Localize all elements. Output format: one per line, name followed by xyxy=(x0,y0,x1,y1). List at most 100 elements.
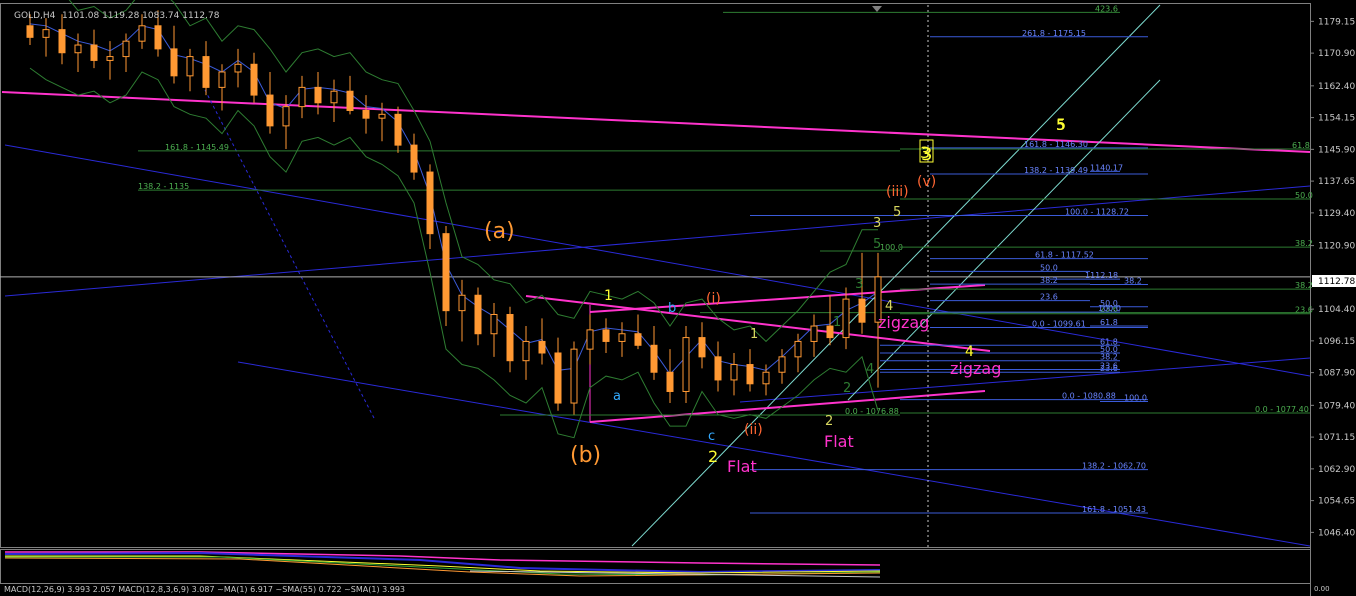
candle xyxy=(506,306,514,373)
wave-label: (a) xyxy=(484,219,515,244)
candle-body xyxy=(106,56,114,61)
fib-label-blue: 50.0 xyxy=(1040,263,1058,272)
candle xyxy=(618,322,626,357)
candle xyxy=(522,326,530,380)
candle-body xyxy=(154,25,162,50)
y-tick-label: 1079.40 xyxy=(1318,401,1355,411)
candle-body xyxy=(522,340,530,362)
y-tick-label: 1087.90 xyxy=(1318,369,1355,379)
candle xyxy=(842,287,850,350)
fib-levels: 423.6161.8 - 1145.49138.2 - 1135100.038.… xyxy=(138,4,1313,514)
candle-body xyxy=(730,364,738,381)
candle xyxy=(666,349,674,404)
wave-label: 3 xyxy=(873,216,881,231)
wave-label: 3 xyxy=(855,277,863,292)
candle xyxy=(442,225,450,327)
wave-label: 2 xyxy=(843,381,851,396)
wave-label: c xyxy=(708,429,715,444)
wave-label: 4 xyxy=(965,344,974,360)
wave-label: 5 xyxy=(873,237,881,252)
candle xyxy=(746,349,754,392)
candle xyxy=(602,318,610,353)
candle-body xyxy=(362,109,370,119)
wave-label: Flat xyxy=(727,457,757,476)
candle xyxy=(810,314,818,357)
fib-label-blue: 61.8 xyxy=(1100,318,1118,327)
y-tick-label: 1104.40 xyxy=(1318,305,1355,315)
candle-body xyxy=(330,90,338,104)
candle-body xyxy=(842,298,850,339)
blue-trendline-flat xyxy=(739,357,1311,403)
ohlc-values: 1101.08 1119.28 1083.74 1112.78 xyxy=(62,11,220,21)
candle-body xyxy=(554,352,562,404)
wave-label: 1 xyxy=(604,288,613,304)
candle xyxy=(698,322,706,369)
candle xyxy=(650,326,658,380)
candle xyxy=(394,106,402,153)
candle-body xyxy=(74,44,82,54)
candle-body xyxy=(90,44,98,61)
macd-indicator xyxy=(4,551,881,578)
fib-label-green: 50.0 xyxy=(1295,191,1313,200)
y-tick-label: 1054.65 xyxy=(1318,497,1355,507)
wave-label: 5 xyxy=(893,205,901,220)
candle-body xyxy=(170,48,178,77)
fib-label-blue: 0.0 - 1099.61 xyxy=(1032,320,1086,329)
wave-label: zigzag xyxy=(878,313,929,332)
scroll-arrow-icon[interactable] xyxy=(872,6,882,12)
wave-label: 2 xyxy=(708,447,718,466)
candle-body xyxy=(458,294,466,312)
fib-label-green: 61.8 xyxy=(1292,141,1310,150)
fib-label-green: 38.2 xyxy=(1295,239,1313,248)
candle xyxy=(58,14,66,65)
candle-body xyxy=(186,56,194,77)
wave-label: b xyxy=(668,301,676,316)
candle-body xyxy=(602,329,610,342)
y-tick-label: 1162.40 xyxy=(1318,82,1355,92)
candle-body xyxy=(570,348,578,404)
candle xyxy=(474,287,482,346)
candle-body xyxy=(682,337,690,392)
macd-line-5 xyxy=(4,557,881,577)
wave-label: Flat xyxy=(824,432,854,451)
candle xyxy=(410,133,418,180)
y-tick-label: 1062.90 xyxy=(1318,465,1355,475)
y-tick-label: 1137.65 xyxy=(1318,177,1355,187)
current-price-text: 1112.78 xyxy=(1318,277,1355,287)
fib-label-blue: 100.0 - 1128.72 xyxy=(1065,207,1129,216)
y-tick-label: 1071.15 xyxy=(1318,433,1355,443)
y-tick-label: 1129.40 xyxy=(1318,209,1355,219)
y-tick-label: 1046.40 xyxy=(1318,528,1355,538)
candle-body xyxy=(714,356,722,381)
wave-label: 4 xyxy=(885,299,893,314)
candle-body xyxy=(538,340,546,354)
candle xyxy=(490,302,498,357)
candle-body xyxy=(410,144,418,173)
candle-body xyxy=(234,63,242,73)
wave-labels: (a) (b) 1 2 3 4 5 a b c (i) (ii) (iii) (v) Flat Flat zig… xyxy=(484,115,1066,476)
candle-body xyxy=(858,298,866,323)
price-chart[interactable]: 423.6161.8 - 1145.49138.2 - 1135100.038.… xyxy=(0,0,1356,596)
candle xyxy=(730,352,738,396)
fib-label-blue: 100.0 xyxy=(1124,393,1147,402)
y-tick-label: 1120.90 xyxy=(1318,242,1355,252)
wave-label: 4 xyxy=(866,362,874,377)
band-upper xyxy=(68,0,878,343)
candle-body xyxy=(794,340,802,358)
y-tick-label: 1179.15 xyxy=(1318,17,1355,27)
candle-body xyxy=(586,329,594,350)
fib-label-blue: 261.8 - 1175.15 xyxy=(1022,29,1086,38)
fib-label-green: 100.0 xyxy=(880,243,903,252)
candle xyxy=(202,41,210,96)
candle xyxy=(170,25,178,84)
indicator-frame xyxy=(0,549,1311,584)
candle xyxy=(314,71,322,115)
candle-body xyxy=(426,171,434,235)
fib-label-blue: 23.6 xyxy=(1100,362,1118,371)
candle-body xyxy=(314,86,322,104)
fib-label-green: 161.8 - 1145.49 xyxy=(165,143,229,152)
candle-body xyxy=(282,106,290,127)
candle xyxy=(426,164,434,250)
candle xyxy=(682,326,690,404)
candle xyxy=(90,29,98,69)
